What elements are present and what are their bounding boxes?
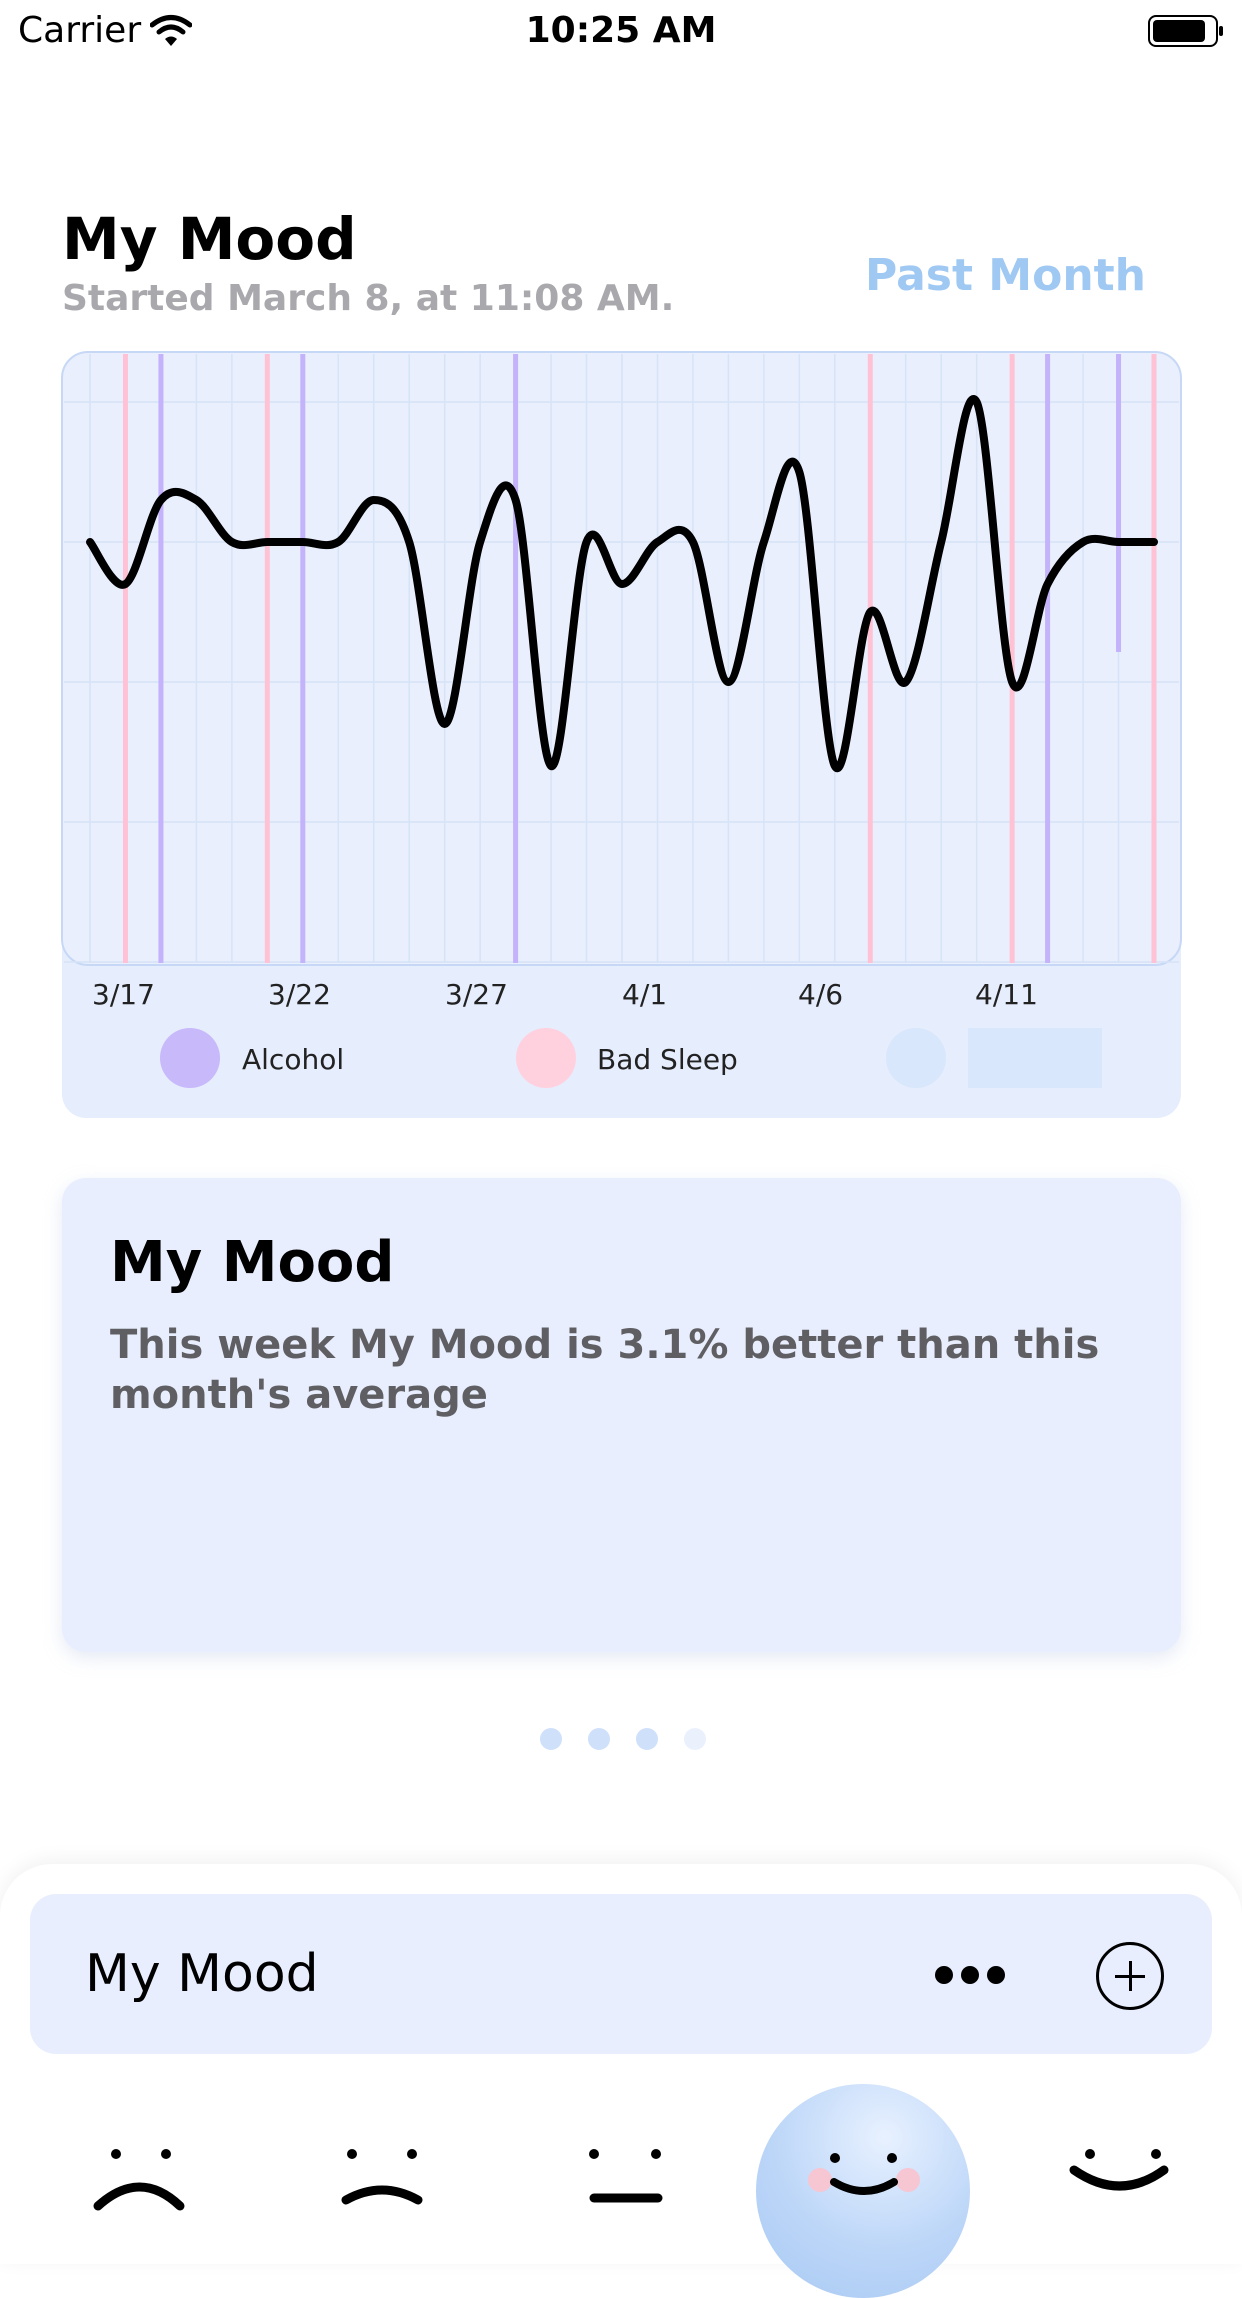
plus-circle-icon[interactable] (1096, 1942, 1164, 2010)
insight-card[interactable]: My Mood This week My Mood is 3.1% better… (62, 1178, 1181, 1652)
status-bar: Carrier 10:25 AM (0, 0, 1242, 62)
x-tick-label: 4/6 (798, 978, 844, 1011)
page-title: My Mood (62, 205, 357, 273)
x-tick-label: 3/17 (92, 978, 155, 1011)
frown-face-icon[interactable] (320, 2140, 440, 2220)
neutral-face-icon[interactable] (564, 2140, 684, 2220)
legend-third-label-placeholder (968, 1028, 1102, 1088)
page-dot-active[interactable] (684, 1728, 706, 1750)
legend-alcohol-swatch (160, 1028, 220, 1088)
page-dot[interactable] (588, 1728, 610, 1750)
legend-third-swatch (886, 1028, 946, 1088)
x-tick-label: 3/22 (268, 978, 331, 1011)
sad-face-icon[interactable] (76, 2140, 196, 2220)
plus-vertical-stroke (1129, 1961, 1132, 1991)
legend-bad-sleep-swatch (516, 1028, 576, 1088)
x-tick-label: 4/11 (975, 978, 1038, 1011)
smile-face-icon[interactable] (1060, 2140, 1180, 2220)
mood-line-chart (61, 351, 1182, 966)
insight-title: My Mood (110, 1230, 395, 1295)
x-tick-label: 3/27 (445, 978, 508, 1011)
clock: 10:25 AM (525, 10, 717, 51)
page-dot[interactable] (636, 1728, 658, 1750)
legend-alcohol-label: Alcohol (242, 1043, 345, 1076)
battery-icon (1148, 15, 1223, 47)
insight-text: This week My Mood is 3.1% better than th… (110, 1322, 1100, 1418)
more-horizontal-icon[interactable] (930, 1950, 1010, 2000)
page-dot[interactable] (540, 1728, 562, 1750)
legend-bad-sleep-label: Bad Sleep (597, 1043, 738, 1076)
sheet-title: My Mood (85, 1944, 319, 2004)
page-subtitle: Started March 8, at 11:08 AM. (62, 278, 675, 319)
range-selector-button[interactable]: Past Month (865, 250, 1146, 301)
happy-face-icon[interactable] (800, 2150, 920, 2230)
x-tick-label: 4/1 (622, 978, 668, 1011)
